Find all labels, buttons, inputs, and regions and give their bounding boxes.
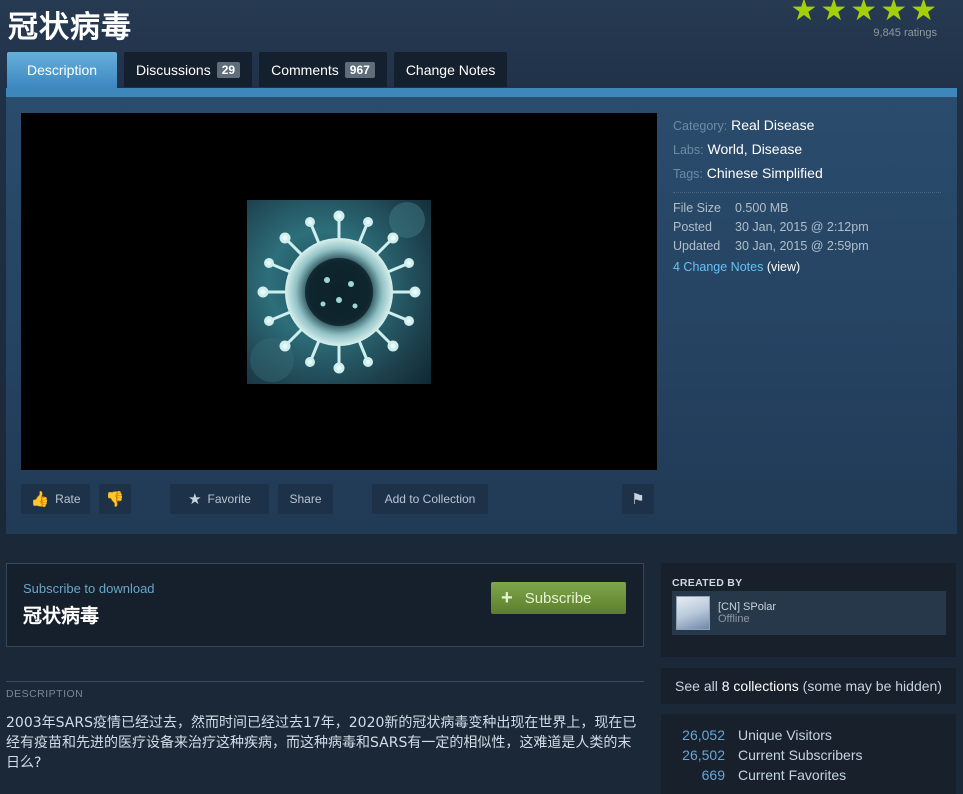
- category-value[interactable]: Real Disease: [731, 117, 814, 133]
- creator-info: [CN] SPolar Offline: [718, 601, 776, 625]
- divider: [673, 192, 941, 193]
- tab-discussions[interactable]: Discussions 29: [124, 52, 253, 87]
- posted-label: Posted: [673, 220, 712, 234]
- virus-image: [247, 200, 431, 384]
- labs-label: Labs:: [673, 143, 704, 157]
- labs-value-world[interactable]: World: [707, 141, 743, 157]
- tags-value[interactable]: Chinese Simplified: [707, 165, 823, 181]
- tab-label: Discussions: [136, 61, 211, 78]
- thumbs-down-icon: 👎: [105, 491, 125, 508]
- add-to-collection-button[interactable]: Add to Collection: [372, 484, 488, 514]
- action-bar: 👍 Rate 👎 ★ Favorite Share Add to Collect…: [21, 484, 657, 514]
- creator-status: Offline: [718, 613, 750, 625]
- stats-value: 26,502: [682, 747, 725, 763]
- view-paren-close: ): [796, 260, 801, 274]
- updated-label: Updated: [673, 239, 721, 253]
- thumbs-up-icon: 👍: [30, 491, 50, 508]
- stats-value: 26,052: [682, 727, 725, 743]
- updated-value: 30 Jan, 2015 @ 2:59pm: [735, 239, 869, 253]
- plus-icon: +: [501, 586, 513, 609]
- change-notes-row: 4 Change Notes (view): [673, 256, 941, 278]
- stats-label: Unique Visitors: [738, 727, 832, 743]
- star-icon: ★: [850, 0, 878, 27]
- stats-row: 26,502 Current Subscribers: [661, 745, 956, 765]
- star-icon: ★: [188, 491, 202, 508]
- subscribe-button[interactable]: + Subscribe: [491, 582, 626, 614]
- creator-heading: CREATED BY: [672, 577, 743, 589]
- tab-description[interactable]: Description: [7, 52, 118, 88]
- collections-count: 8: [721, 678, 730, 694]
- file-size-value: 0.500 MB: [735, 201, 789, 215]
- tab-label: Description: [27, 62, 98, 78]
- description-text: 2003年SARS疫情已经过去，然而时间已经过去17年，2020新的冠状病毒变种…: [6, 715, 637, 771]
- avatar[interactable]: [676, 596, 710, 630]
- count-badge: 29: [216, 61, 241, 78]
- stats-label: Current Subscribers: [738, 747, 863, 763]
- stats-value: 669: [701, 767, 725, 783]
- labs-row: Labs: World, Disease: [673, 137, 941, 161]
- flag-icon: ⚑: [631, 491, 645, 508]
- rating-count: 9,845 ratings: [873, 27, 937, 39]
- file-size-label: File Size: [673, 201, 721, 215]
- labs-separator: ,: [743, 141, 748, 157]
- favorite-label: Favorite: [207, 492, 251, 506]
- rate-up-button[interactable]: 👍 Rate: [21, 484, 90, 514]
- category-label: Category:: [673, 119, 728, 133]
- description-panel: 👍 Rate 👎 ★ Favorite Share Add to Collect…: [6, 88, 957, 534]
- star-icon: ★: [880, 0, 908, 27]
- view-link[interactable]: view: [771, 260, 796, 274]
- tab-comments[interactable]: Comments 967: [259, 52, 387, 87]
- stats-label: Current Favorites: [738, 767, 847, 783]
- labs-value-disease[interactable]: Disease: [752, 141, 803, 157]
- subscribe-label: Subscribe to download: [23, 581, 155, 596]
- collections-suffix: collections: [733, 678, 799, 694]
- file-size-row: File Size 0.500 MB: [673, 199, 941, 218]
- see-collections-link[interactable]: See all 8 collections (some may be hidde…: [661, 668, 956, 704]
- subscribe-box: Subscribe to download 冠状病毒 + Subscribe: [6, 563, 644, 647]
- creator-card[interactable]: [CN] SPolar Offline: [672, 591, 946, 635]
- star-icon: ★: [910, 0, 937, 27]
- details-panel: Category: Real Disease Labs: World, Dise…: [673, 113, 941, 278]
- tab-label: Change Notes: [405, 61, 496, 78]
- subscribe-title: 冠状病毒: [23, 605, 100, 627]
- star-icon: ★: [790, 0, 818, 27]
- rate-label: Rate: [55, 492, 81, 506]
- subscribe-button-label: Subscribe: [524, 589, 592, 607]
- creator-name[interactable]: [CN] SPolar: [718, 601, 776, 613]
- tab-change-notes[interactable]: Change Notes: [393, 52, 508, 87]
- media-viewer[interactable]: [21, 113, 657, 470]
- report-button[interactable]: ⚑: [622, 484, 654, 514]
- rating: ★ ★ ★ ★ ★ 9,845 ratings: [790, 0, 937, 39]
- description-heading: DESCRIPTION: [6, 681, 644, 700]
- share-label: Share: [289, 492, 322, 506]
- stats-row: 26,052 Unique Visitors: [661, 725, 956, 745]
- count-badge: 967: [344, 61, 375, 78]
- collections-prefix: See all: [675, 678, 718, 694]
- rate-down-button[interactable]: 👎: [99, 484, 131, 514]
- page-title: 冠状病毒: [8, 10, 132, 45]
- tab-bar: Description Discussions 29 Comments 967 …: [7, 52, 514, 88]
- change-notes-link[interactable]: 4 Change Notes: [673, 260, 763, 274]
- favorite-button[interactable]: ★ Favorite: [170, 484, 269, 514]
- rating-stars: ★ ★ ★ ★ ★: [790, 0, 937, 26]
- tags-label: Tags:: [673, 167, 703, 181]
- posted-row: Posted 30 Jan, 2015 @ 2:12pm: [673, 218, 941, 237]
- posted-value: 30 Jan, 2015 @ 2:12pm: [735, 220, 869, 234]
- collections-note: (some may be hidden): [802, 678, 942, 694]
- stats-row: 669 Current Favorites: [661, 765, 956, 785]
- stats-box: 26,052 Unique Visitors 26,502 Current Su…: [661, 714, 956, 794]
- share-button[interactable]: Share: [278, 484, 333, 514]
- creator-box: CREATED BY [CN] SPolar Offline: [661, 563, 956, 657]
- updated-row: Updated 30 Jan, 2015 @ 2:59pm: [673, 237, 941, 256]
- tab-label: Comments: [271, 61, 339, 78]
- tags-row: Tags: Chinese Simplified: [673, 161, 941, 185]
- star-icon: ★: [820, 0, 848, 27]
- category-row: Category: Real Disease: [673, 113, 941, 137]
- add-to-collection-label: Add to Collection: [384, 492, 476, 506]
